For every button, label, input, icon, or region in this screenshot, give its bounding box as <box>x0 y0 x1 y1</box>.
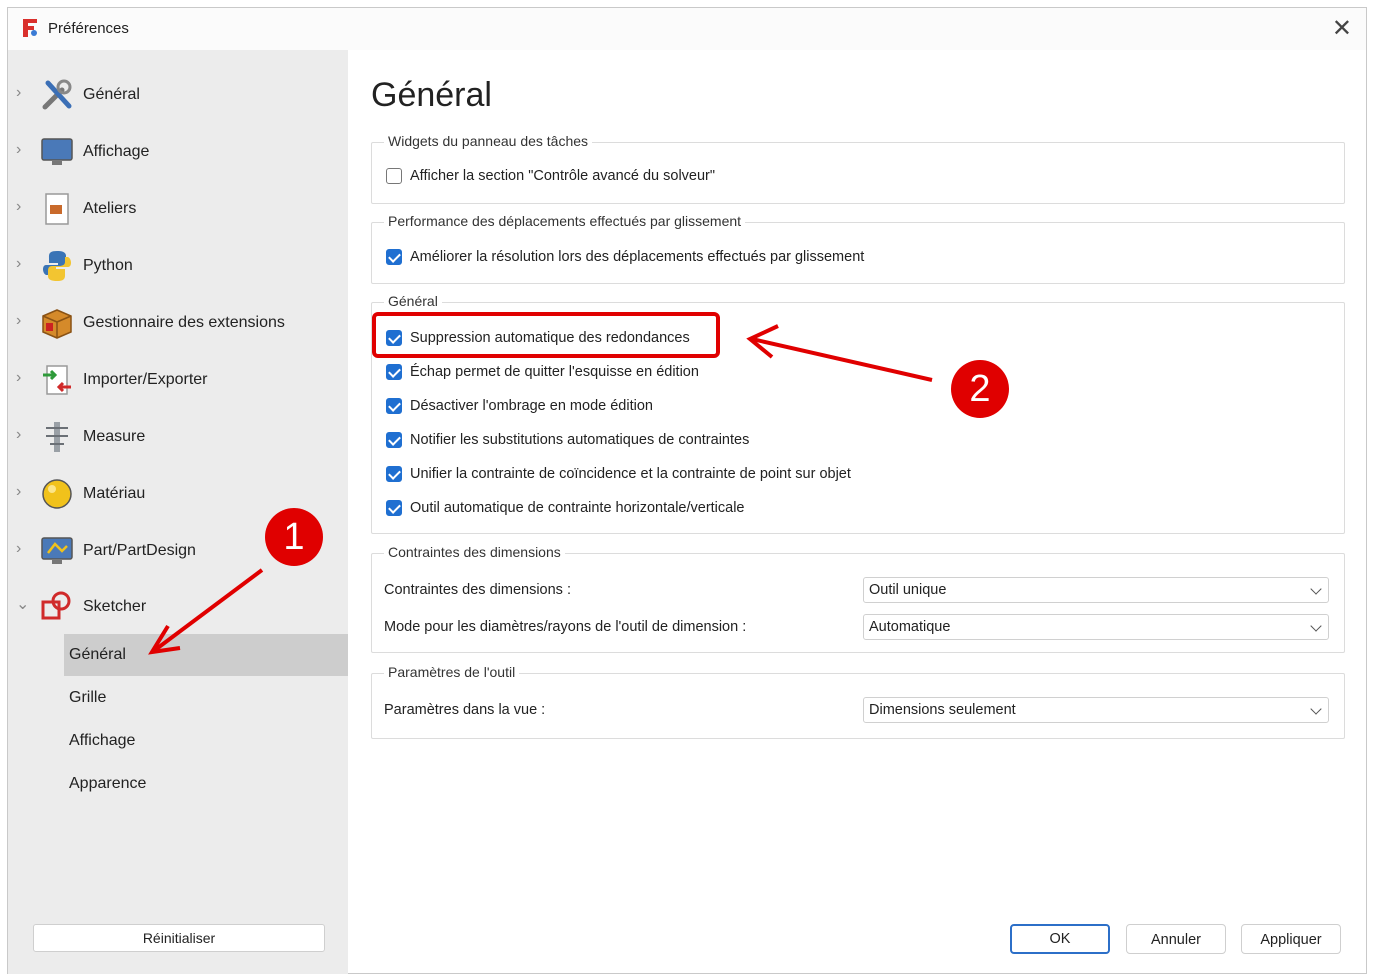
annotation-badge-1: 1 <box>265 508 323 566</box>
highlight-box <box>372 312 720 358</box>
arrow-2-line <box>751 337 933 382</box>
arrow-1-line <box>153 568 264 652</box>
arrow-1-head <box>148 624 181 655</box>
annotation-overlay <box>148 312 933 655</box>
annotation-badge-2: 2 <box>951 360 1009 418</box>
